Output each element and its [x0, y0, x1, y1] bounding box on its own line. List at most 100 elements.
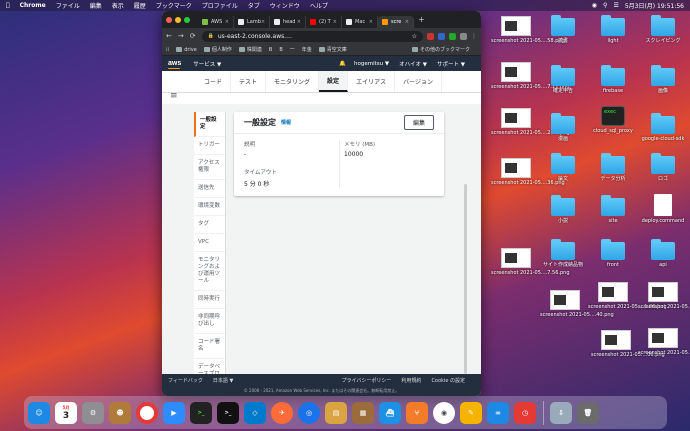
- side-nav-general[interactable]: 一般設定: [194, 112, 225, 137]
- desktop-folder[interactable]: firebase: [588, 65, 638, 94]
- desktop-folder[interactable]: 読書: [538, 15, 588, 44]
- star-icon[interactable]: ☆: [412, 33, 417, 40]
- browser-tab[interactable]: Mac ×: [342, 15, 378, 28]
- tab-aliases[interactable]: エイリアス: [348, 71, 396, 92]
- support-menu[interactable]: サポート ▼: [437, 60, 465, 68]
- menu-bookmarks[interactable]: ブックマーク: [156, 1, 192, 10]
- reload-icon[interactable]: ⟳: [190, 32, 196, 40]
- desktop-file[interactable]: screenshot 2021-05....36.png: [491, 158, 565, 186]
- browser-tab[interactable]: (2) T ×: [306, 15, 342, 28]
- postman-icon[interactable]: ✈: [271, 401, 293, 424]
- menu-view[interactable]: 表示: [112, 1, 124, 10]
- side-nav-concurrency[interactable]: 同時実行: [194, 291, 225, 309]
- forward-icon[interactable]: →: [178, 32, 184, 40]
- control-center-icon[interactable]: ☰: [613, 2, 618, 9]
- desktop-folder[interactable]: site: [588, 195, 638, 224]
- services-menu[interactable]: サービス ▼: [193, 60, 221, 68]
- tab-versions[interactable]: バージョン: [395, 71, 442, 92]
- new-tab-button[interactable]: +: [418, 15, 425, 24]
- side-nav-permissions[interactable]: アクセス権限: [194, 155, 225, 180]
- tab-monitoring[interactable]: モニタリング: [266, 71, 320, 92]
- hamburger-icon[interactable]: ≡: [170, 91, 178, 101]
- side-nav-monitoring-tools[interactable]: モニタリングおよび運用ツール: [194, 252, 225, 291]
- close-tab-icon[interactable]: ×: [261, 19, 265, 25]
- side-nav-tags[interactable]: タグ: [194, 216, 225, 234]
- close-tab-icon[interactable]: ×: [333, 19, 337, 25]
- desktop-folder[interactable]: サイト作成納品物: [538, 239, 588, 268]
- side-nav-code-signing[interactable]: コード署名: [194, 334, 225, 359]
- edit-button[interactable]: 編集: [403, 115, 434, 130]
- extension-icon[interactable]: [438, 32, 445, 40]
- zoom-window-icon[interactable]: [184, 16, 190, 23]
- cookie-link[interactable]: Cookie の設定: [431, 377, 465, 384]
- menu-window[interactable]: ウィンドウ: [270, 1, 300, 10]
- apple-icon[interactable]: : [6, 2, 10, 9]
- terminal-icon[interactable]: >_: [217, 401, 239, 424]
- downloads-icon[interactable]: ⇩: [550, 401, 572, 424]
- menu-edit[interactable]: 編集: [90, 1, 102, 10]
- bookmark-item[interactable]: 年金: [302, 46, 312, 53]
- tab-code[interactable]: コード: [196, 71, 232, 92]
- sequel-pro-icon[interactable]: ▤: [325, 401, 347, 424]
- desktop-file[interactable]: screenshot 2021-05....06.png: [591, 330, 665, 358]
- desktop-folder[interactable]: 論文: [538, 153, 588, 182]
- desktop-file[interactable]: screenshot 2021-05....40.png: [540, 290, 614, 318]
- privacy-link[interactable]: プライバシーポリシー: [342, 377, 392, 384]
- back-icon[interactable]: ←: [166, 32, 172, 40]
- desktop-folder[interactable]: 小説: [538, 195, 588, 224]
- system-preferences-icon[interactable]: ⚙: [82, 401, 104, 424]
- desktop-file[interactable]: screenshot 2021-05....29.png: [638, 328, 690, 356]
- bookmark-item[interactable]: drive: [176, 47, 197, 53]
- address-bar[interactable]: 🔒 us-east-2.console.aws.... ☆: [201, 30, 423, 42]
- tab-test[interactable]: テスト: [231, 71, 267, 92]
- contacts-icon[interactable]: ☻: [109, 401, 131, 424]
- close-window-icon[interactable]: [166, 16, 172, 23]
- close-tab-icon[interactable]: ×: [369, 19, 373, 25]
- side-nav-vpc[interactable]: VPC: [194, 234, 225, 252]
- menu-chrome[interactable]: Chrome: [20, 2, 46, 9]
- browser-tab[interactable]: AWS ×: [198, 15, 234, 28]
- desktop-file[interactable]: screenshot 2021-05....1.00.png: [588, 282, 667, 310]
- feedback-link[interactable]: フィードバック: [168, 377, 203, 384]
- preview-icon[interactable]: ◉: [433, 401, 455, 424]
- info-link[interactable]: 情報: [281, 119, 291, 126]
- zoom-icon[interactable]: ▶: [163, 401, 185, 424]
- terminal-icon[interactable]: >_: [190, 401, 212, 424]
- search-icon[interactable]: ⚲: [603, 2, 607, 9]
- menu-file[interactable]: ファイル: [56, 1, 80, 10]
- desktop-folder[interactable]: スクレイピング: [638, 15, 688, 44]
- side-nav-async[interactable]: 非同期呼び出し: [194, 309, 225, 334]
- menu-tab[interactable]: タブ: [248, 1, 260, 10]
- quicktime-icon[interactable]: ◎: [298, 401, 320, 424]
- bookmark-item[interactable]: 個人制作: [203, 46, 232, 53]
- desktop-file[interactable]: screenshot 2021-05....2.37.png: [491, 108, 570, 136]
- menu-profile[interactable]: プロファイル: [202, 1, 238, 10]
- desktop-folder[interactable]: light: [588, 15, 638, 44]
- menu-dots-icon[interactable]: ⋮: [471, 33, 477, 40]
- archive-utility-icon[interactable]: ▦: [352, 401, 374, 424]
- notes-icon[interactable]: ✎: [460, 401, 482, 424]
- aws-logo[interactable]: aws: [168, 60, 181, 69]
- bookmark-item[interactable]: 株関連: [238, 46, 262, 53]
- desktop-folder[interactable]: api: [638, 239, 688, 268]
- finder-icon[interactable]: ☺: [28, 401, 50, 424]
- desktop-folder[interactable]: ロゴ: [638, 153, 688, 182]
- desktop-file[interactable]: exec cloud_sql_proxy: [588, 106, 638, 134]
- desktop-file[interactable]: screenshot 2021-05....58.png: [491, 16, 565, 44]
- chrome-icon[interactable]: [136, 401, 158, 424]
- trash-icon[interactable]: 🗑: [577, 401, 599, 424]
- bookmark-item[interactable]: 青空文庫: [318, 46, 347, 53]
- desktop-folder[interactable]: 漫画: [538, 113, 588, 142]
- bookmark-apps-icon[interactable]: ⁞⁞: [166, 47, 169, 53]
- browser-tab[interactable]: Lamb ×: [234, 15, 270, 28]
- desktop-folder[interactable]: 画像: [638, 65, 688, 94]
- desktop-folder[interactable]: google-cloud-sdk: [638, 113, 688, 142]
- menu-help[interactable]: ヘルプ: [310, 1, 328, 10]
- side-nav-env-vars[interactable]: 環境変数: [194, 198, 225, 216]
- terms-link[interactable]: 利用規約: [401, 377, 421, 384]
- side-nav-destinations[interactable]: 送信先: [194, 180, 225, 198]
- clock-icon[interactable]: ◷: [514, 401, 536, 424]
- extension-icon[interactable]: [449, 32, 456, 40]
- desktop-file[interactable]: screenshot 2021-05....5.21.png: [638, 282, 690, 310]
- desktop-folder[interactable]: データ分析: [588, 153, 638, 182]
